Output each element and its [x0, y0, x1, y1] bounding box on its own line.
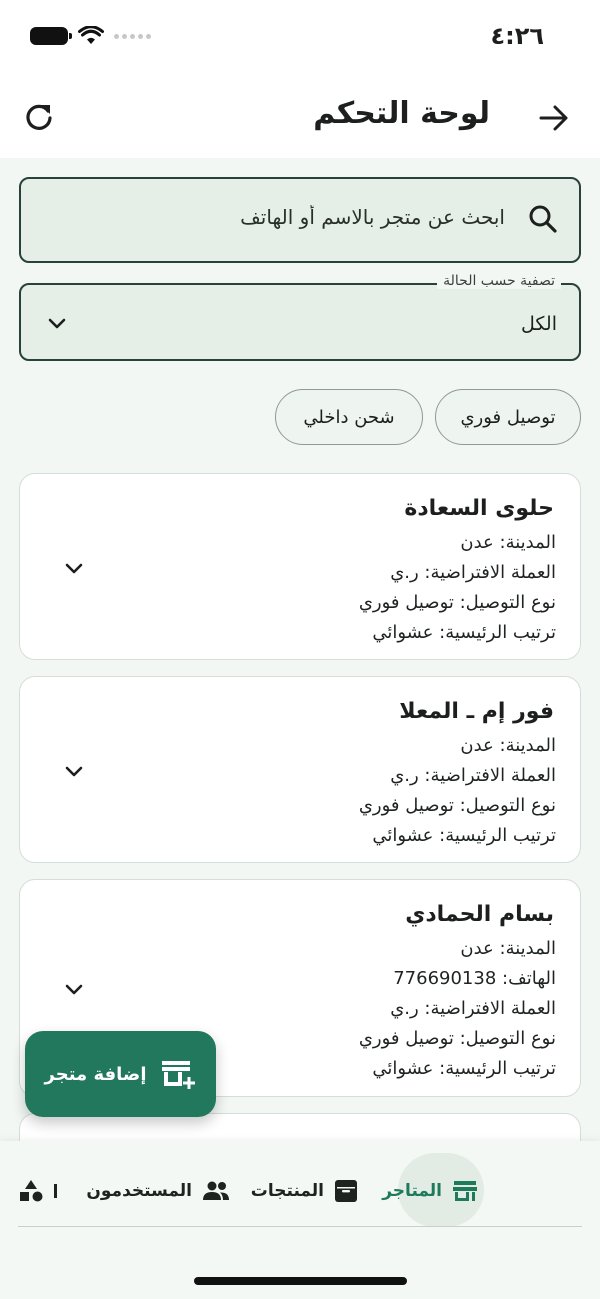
nav-divider	[18, 1226, 582, 1227]
store-delivery-type: نوع التوصيل: توصيل فوري	[358, 1028, 556, 1049]
filter-label: تصفية حسب الحالة	[437, 273, 561, 289]
shapes-icon	[20, 1180, 43, 1202]
chevron-down-icon[interactable]	[62, 977, 86, 1001]
arrow-right-icon	[539, 105, 568, 131]
nav-label-products: المنتجات	[250, 1181, 324, 1201]
filter-value: الكل	[521, 313, 557, 335]
nav-item-products[interactable]: المنتجات	[251, 1171, 358, 1211]
people-icon	[203, 1181, 229, 1200]
store-phone: الهاتف: 776690138	[393, 968, 556, 989]
store-home-order: ترتيب الرئيسية: عشوائي	[372, 1058, 556, 1079]
store-home-order: ترتيب الرئيسية: عشوائي	[372, 622, 556, 643]
search-input[interactable]	[105, 205, 505, 229]
nav-item-users[interactable]: المستخدمون	[86, 1171, 230, 1211]
chevron-down-icon[interactable]	[62, 759, 86, 783]
truncated-label	[54, 1184, 57, 1198]
status-time: ٤:٢٦	[490, 22, 544, 50]
store-name: حلوى السعادة	[404, 496, 554, 521]
store-name: بسام الحمادي	[405, 902, 554, 927]
store-city: المدينة: عدن	[460, 938, 556, 959]
bottom-navigation: المتاجر المنتجات المستخدمون	[0, 1141, 600, 1299]
status-bar: ٤:٢٦	[0, 0, 600, 78]
refresh-icon	[26, 104, 52, 130]
chevron-down-icon[interactable]	[62, 556, 86, 580]
store-currency: العملة الافتراضية: ر.ي	[390, 562, 556, 583]
store-card[interactable]: حلوى السعادة المدينة: عدن العملة الافترا…	[19, 473, 581, 660]
wifi-icon	[78, 26, 104, 44]
status-icons	[30, 26, 151, 46]
back-button[interactable]	[534, 98, 574, 138]
store-card[interactable]: فور إم ـ المعلا المدينة: عدن العملة الاف…	[19, 676, 581, 863]
add-store-icon	[162, 1061, 196, 1089]
status-filter-select[interactable]: تصفية حسب الحالة الكل	[19, 273, 581, 361]
nav-item-stores[interactable]: المتاجر	[382, 1171, 478, 1211]
store-currency: العملة الافتراضية: ر.ي	[390, 998, 556, 1019]
store-city: المدينة: عدن	[460, 532, 556, 553]
page-title: لوحة التحكم	[313, 96, 490, 131]
home-indicator	[194, 1277, 407, 1285]
store-delivery-type: نوع التوصيل: توصيل فوري	[358, 795, 556, 816]
store-currency: العملة الافتراضية: ر.ي	[390, 765, 556, 786]
battery-icon	[30, 27, 72, 45]
add-store-button[interactable]: إضافة متجر	[25, 1031, 216, 1117]
nav-label-stores: المتاجر	[382, 1181, 442, 1201]
archive-box-icon	[335, 1180, 357, 1202]
chevron-down-icon	[48, 318, 66, 329]
store-city: المدينة: عدن	[460, 735, 556, 756]
refresh-button[interactable]	[18, 96, 60, 138]
add-store-label: إضافة متجر	[44, 1063, 147, 1085]
search-icon	[529, 205, 557, 233]
chip-instant-delivery[interactable]: توصيل فوري	[435, 389, 581, 445]
search-field[interactable]	[19, 177, 581, 263]
store-delivery-type: نوع التوصيل: توصيل فوري	[358, 592, 556, 613]
store-icon	[453, 1181, 477, 1201]
app-bar: لوحة التحكم	[0, 78, 600, 158]
signal-icon	[114, 33, 151, 39]
nav-label-users: المستخدمون	[86, 1181, 192, 1201]
store-home-order: ترتيب الرئيسية: عشوائي	[372, 825, 556, 846]
store-name: فور إم ـ المعلا	[399, 699, 554, 724]
nav-item-more[interactable]	[18, 1171, 57, 1211]
chip-internal-shipping[interactable]: شحن داخلي	[275, 389, 423, 445]
